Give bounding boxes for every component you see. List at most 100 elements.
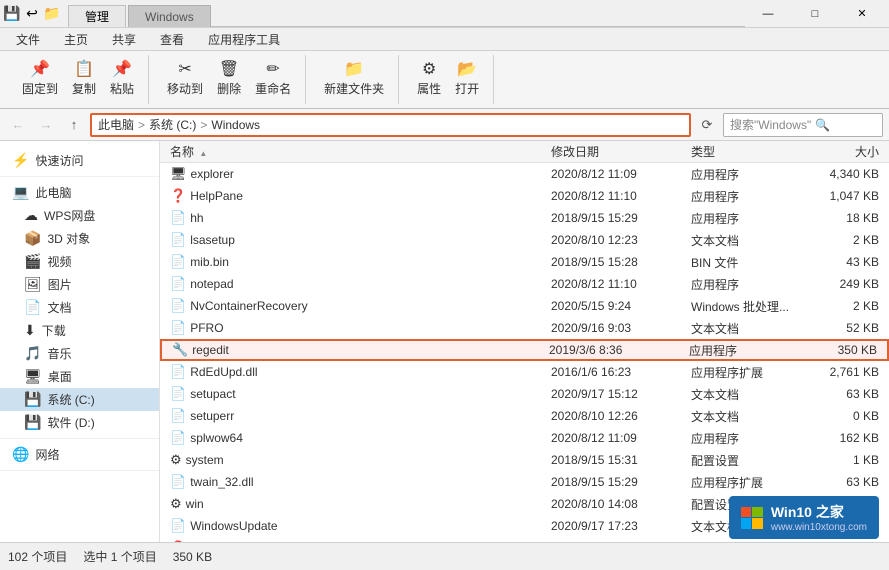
video-icon: 🎬 bbox=[24, 253, 41, 270]
file-name-cell: 📄 twain_32.dll bbox=[164, 474, 545, 490]
table-row[interactable]: 📄 splwow64 2020/8/12 11:09 应用程序 162 KB bbox=[160, 427, 889, 449]
ribbon-btn-paste[interactable]: 📌 粘贴 bbox=[104, 59, 140, 100]
new-folder-icon: 📁 bbox=[344, 62, 364, 78]
sidebar-item-quickaccess[interactable]: ⚡ 快速访问 bbox=[0, 149, 159, 172]
status-bar: 102 个项目 选中 1 个项目 350 KB bbox=[0, 542, 889, 570]
sidebar-item-video[interactable]: 🎬 视频 bbox=[0, 250, 159, 273]
maximize-button[interactable]: □ bbox=[792, 0, 838, 28]
sidebar-item-wps[interactable]: ☁ WPS网盘 bbox=[0, 204, 159, 227]
forward-button[interactable]: → bbox=[34, 113, 58, 137]
table-row[interactable]: 📄 twain_32.dll 2018/9/15 15:29 应用程序扩展 63… bbox=[160, 471, 889, 493]
logo-sq-blue bbox=[741, 518, 752, 529]
watermark-title: Win10 之家 bbox=[771, 502, 867, 522]
sidebar-item-systemc[interactable]: 💾 系统 (C:) bbox=[0, 388, 159, 411]
table-row[interactable]: 📄 notepad 2020/8/12 11:10 应用程序 249 KB bbox=[160, 273, 889, 295]
file-size-cell: 63 KB bbox=[805, 387, 885, 401]
sidebar-label-pictures: 图片 bbox=[48, 276, 72, 293]
ribbon: 文件 主页 共享 查看 应用程序工具 📌 固定到 📋 复制 📌 粘贴 ✂ 移动到 bbox=[0, 28, 889, 109]
file-name-cell: 📄 lsasetup bbox=[164, 232, 545, 248]
ribbon-btn-rename[interactable]: ✏ 重命名 bbox=[249, 59, 297, 100]
file-name: explorer bbox=[191, 167, 234, 181]
table-row[interactable]: 🔧 regedit 2019/3/6 8:36 应用程序 350 KB bbox=[160, 339, 889, 361]
crumb-drive[interactable]: 系统 (C:) bbox=[149, 116, 196, 133]
tab-windows[interactable]: Windows bbox=[128, 5, 211, 27]
file-rows-container: 🖥 explorer 2020/8/12 11:09 应用程序 4,340 KB… bbox=[160, 163, 889, 542]
col-name[interactable]: 名称 ▲ bbox=[164, 143, 545, 160]
ribbon-btn-pin[interactable]: 📌 固定到 bbox=[16, 59, 64, 100]
col-size[interactable]: 大小 bbox=[805, 143, 885, 160]
file-name: RdEdUpd.dll bbox=[190, 365, 257, 379]
sidebar-section-quickaccess: ⚡ 快速访问 bbox=[0, 145, 159, 177]
address-box[interactable]: 此电脑 > 系统 (C:) > Windows bbox=[90, 113, 691, 137]
file-date-cell: 2020/8/12 11:10 bbox=[545, 189, 685, 203]
col-type[interactable]: 类型 bbox=[685, 143, 805, 160]
ribbon-btn-copy[interactable]: 📋 复制 bbox=[66, 59, 102, 100]
ribbon-tab-home[interactable]: 主页 bbox=[52, 28, 100, 50]
sidebar-item-documents[interactable]: 📄 文档 bbox=[0, 296, 159, 319]
sidebar-item-pictures[interactable]: 🖼 图片 bbox=[0, 273, 159, 296]
sidebar-label-music: 音乐 bbox=[47, 345, 71, 362]
file-list: 名称 ▲ 修改日期 类型 大小 🖥 explorer 2020/8/12 11:… bbox=[160, 141, 889, 542]
file-size-cell: 1 KB bbox=[805, 453, 885, 467]
ribbon-group-nav: 📌 固定到 📋 复制 📌 粘贴 bbox=[8, 55, 149, 104]
close-button[interactable]: ✕ bbox=[839, 0, 885, 28]
sidebar-item-thispc[interactable]: 💻 此电脑 bbox=[0, 181, 159, 204]
table-row[interactable]: 📄 PFRO 2020/9/16 9:03 文本文档 52 KB bbox=[160, 317, 889, 339]
rename-icon: ✏ bbox=[266, 62, 279, 78]
crumb-folder[interactable]: Windows bbox=[211, 118, 260, 132]
table-row[interactable]: ⚙ system 2018/9/15 15:31 配置设置 1 KB bbox=[160, 449, 889, 471]
ribbon-tab-file[interactable]: 文件 bbox=[4, 28, 52, 50]
ribbon-btn-properties[interactable]: ⚙ 属性 bbox=[411, 59, 447, 100]
col-date[interactable]: 修改日期 bbox=[545, 143, 685, 160]
open-icon: 📂 bbox=[457, 62, 477, 78]
minimize-button[interactable]: — bbox=[745, 0, 791, 28]
sidebar-item-music[interactable]: 🎵 音乐 bbox=[0, 342, 159, 365]
table-row[interactable]: 📄 setuperr 2020/8/10 12:26 文本文档 0 KB bbox=[160, 405, 889, 427]
back-button[interactable]: ← bbox=[6, 113, 30, 137]
sidebar-item-downloads[interactable]: ⬇ 下载 bbox=[0, 319, 159, 342]
table-row[interactable]: 📄 lsasetup 2020/8/10 12:23 文本文档 2 KB bbox=[160, 229, 889, 251]
ribbon-group-organize: ✂ 移动到 🗑 删除 ✏ 重命名 bbox=[153, 55, 306, 104]
table-row[interactable]: 📄 setupact 2020/9/17 15:12 文本文档 63 KB bbox=[160, 383, 889, 405]
windows-logo bbox=[741, 507, 763, 529]
sidebar-label-systemc: 系统 (C:) bbox=[47, 391, 94, 408]
file-name: twain_32.dll bbox=[190, 475, 253, 489]
file-type-cell: 应用程序 bbox=[683, 342, 803, 359]
table-row[interactable]: 📄 mib.bin 2018/9/15 15:28 BIN 文件 43 KB bbox=[160, 251, 889, 273]
ribbon-tab-apptools[interactable]: 应用程序工具 bbox=[196, 28, 292, 50]
table-row[interactable]: 📄 hh 2018/9/15 15:29 应用程序 18 KB bbox=[160, 207, 889, 229]
file-size-cell: 249 KB bbox=[805, 277, 885, 291]
paste-icon: 📌 bbox=[112, 62, 132, 78]
refresh-button[interactable]: ⟳ bbox=[695, 113, 719, 137]
table-row[interactable]: 📄 RdEdUpd.dll 2016/1/6 16:23 应用程序扩展 2,76… bbox=[160, 361, 889, 383]
tab-manage[interactable]: 管理 bbox=[68, 5, 126, 27]
crumb-pc[interactable]: 此电脑 bbox=[98, 116, 134, 133]
table-row[interactable]: ❓ HelpPane 2020/8/12 11:10 应用程序 1,047 KB bbox=[160, 185, 889, 207]
ribbon-btn-delete[interactable]: 🗑 删除 bbox=[211, 59, 247, 100]
sidebar-item-desktop[interactable]: 🖥 桌面 bbox=[0, 365, 159, 388]
table-row[interactable]: 🖥 explorer 2020/8/12 11:09 应用程序 4,340 KB bbox=[160, 163, 889, 185]
file-name-cell: 🖥 explorer bbox=[164, 166, 545, 182]
sidebar-item-softd[interactable]: 💾 软件 (D:) bbox=[0, 411, 159, 434]
file-date-cell: 2018/9/15 15:29 bbox=[545, 475, 685, 489]
systemc-icon: 💾 bbox=[24, 391, 41, 408]
ribbon-tab-share[interactable]: 共享 bbox=[100, 28, 148, 50]
pin-icon: 📌 bbox=[30, 62, 50, 78]
table-row[interactable]: 📄 NvContainerRecovery 2020/5/15 9:24 Win… bbox=[160, 295, 889, 317]
up-button[interactable]: ↑ bbox=[62, 113, 86, 137]
move-icon: ✂ bbox=[178, 62, 191, 78]
search-box[interactable]: 搜索"Windows" 🔍 bbox=[723, 113, 883, 137]
ribbon-btn-new-folder[interactable]: 📁 新建文件夹 bbox=[318, 59, 390, 100]
file-size-cell: 43 KB bbox=[805, 255, 885, 269]
quickaccess-icon: ⚡ bbox=[12, 152, 29, 169]
title-bar-icons: 💾 ↩ 📁 bbox=[4, 6, 60, 22]
file-icon: ❓ bbox=[170, 188, 186, 204]
sidebar-item-3d[interactable]: 📦 3D 对象 bbox=[0, 227, 159, 250]
file-date-cell: 2020/8/10 12:26 bbox=[545, 409, 685, 423]
file-size-cell: 162 KB bbox=[805, 431, 885, 445]
ribbon-btn-open[interactable]: 📂 打开 bbox=[449, 59, 485, 100]
sidebar-item-network[interactable]: 🌐 网络 bbox=[0, 443, 159, 466]
file-icon: 📄 bbox=[170, 408, 186, 424]
ribbon-tab-view[interactable]: 查看 bbox=[148, 28, 196, 50]
ribbon-btn-move[interactable]: ✂ 移动到 bbox=[161, 59, 209, 100]
